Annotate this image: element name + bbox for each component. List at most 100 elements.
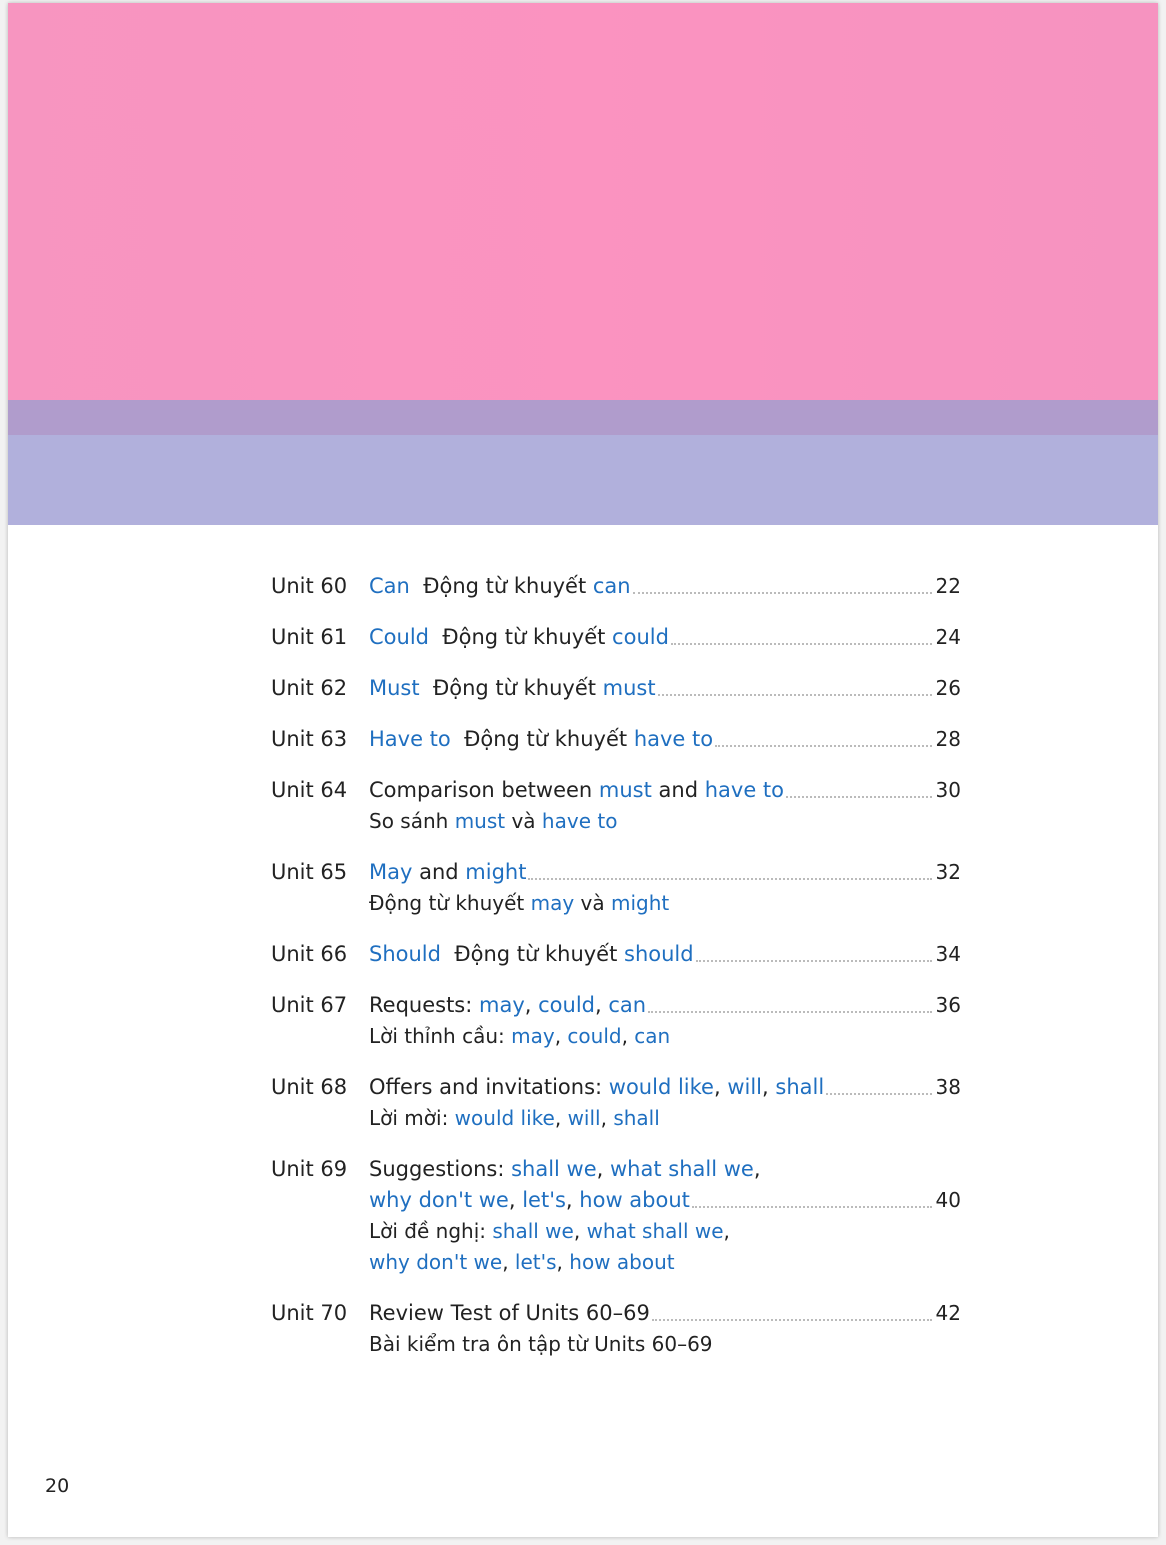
entry-subtitle-line: Lời mời: would like, will, shall — [369, 1103, 961, 1134]
toc-entry[interactable]: Unit 63 Have to Động từ khuyết have to 28 — [271, 724, 961, 755]
toc-entry[interactable]: Unit 69 Suggestions: shall we, what shall… — [271, 1154, 961, 1278]
keyword: would like — [608, 1075, 714, 1099]
entry-title-line: Could Động từ khuyết could 24 — [369, 622, 961, 653]
text: Bài kiểm tra ôn tập từ Units 60–69 — [369, 1332, 713, 1356]
header-band-purple — [8, 400, 1158, 435]
dotted-leader — [651, 1298, 932, 1321]
text: Động từ khuyết — [429, 625, 613, 649]
keyword: shall we — [492, 1219, 574, 1243]
keyword: why don't we — [369, 1250, 503, 1274]
text: So sánh — [369, 809, 455, 833]
text: , — [621, 1024, 635, 1048]
keyword: can — [634, 1024, 671, 1048]
keyword: will — [567, 1106, 601, 1130]
toc-entry[interactable]: Unit 70 Review Test of Units 60–69 42 Bài k… — [271, 1298, 961, 1360]
unit-label: Unit 68 — [271, 1075, 348, 1099]
keyword: how about — [569, 1250, 675, 1274]
dotted-leader — [657, 673, 932, 696]
toc-entry[interactable]: Unit 66 Should Động từ khuyết should 34 — [271, 939, 961, 970]
unit-label: Unit 66 — [271, 942, 348, 966]
entry-title-line: Can Động từ khuyết can 22 — [369, 571, 961, 602]
keyword: might — [465, 860, 527, 884]
text: , — [762, 1075, 776, 1099]
dotted-leader — [528, 857, 932, 880]
text: , — [524, 993, 539, 1017]
text: , — [713, 1075, 728, 1099]
keyword: why don't we — [369, 1188, 509, 1212]
keyword: Could — [369, 625, 429, 649]
entry-subtitle-line: Bài kiểm tra ôn tập từ Units 60–69 — [369, 1329, 961, 1360]
text: và — [574, 891, 612, 915]
unit-label: Unit 70 — [271, 1301, 348, 1325]
page-ref: 26 — [935, 676, 961, 700]
text: , — [596, 1157, 610, 1181]
entry-title-line: Requests: may, could, can 36 — [369, 990, 961, 1021]
page-ref: 42 — [935, 1301, 961, 1325]
toc-entry[interactable]: Unit 62 Must Động từ khuyết must 26 — [271, 673, 961, 704]
page-ref: 40 — [935, 1188, 961, 1212]
unit-label: Unit 63 — [271, 727, 348, 751]
text: , — [573, 1219, 587, 1243]
text: Động từ khuyết — [369, 891, 531, 915]
page-ref: 28 — [935, 727, 961, 751]
keyword: may — [511, 1024, 555, 1048]
entry-subtitle-line: why don't we, let's, how about — [369, 1247, 961, 1278]
keyword: could — [538, 993, 595, 1017]
keyword: shall — [613, 1106, 660, 1130]
text: and — [412, 860, 466, 884]
book-page: Unit 60 Can Động từ khuyết can 22 Unit 61 Co… — [8, 3, 1158, 1537]
toc-entry[interactable]: Unit 60 Can Động từ khuyết can 22 — [271, 571, 961, 602]
keyword: could — [612, 625, 669, 649]
keyword: Should — [369, 942, 441, 966]
dotted-leader — [786, 775, 932, 798]
entry-title-line: why don't we, let's, how about 40 — [369, 1185, 961, 1216]
page-ref: 30 — [935, 778, 961, 802]
text: , — [554, 1024, 568, 1048]
page-ref: 36 — [935, 993, 961, 1017]
text: , — [753, 1157, 761, 1181]
text: Động từ khuyết — [409, 574, 593, 598]
entry-body: Must Động từ khuyết must 26 — [369, 673, 961, 704]
toc-entry[interactable]: Unit 67 Requests: may, could, can 36 Lời th… — [271, 990, 961, 1052]
entry-body: May and might 32 Động từ khuyết may và mig… — [369, 857, 961, 919]
text: , — [595, 993, 609, 1017]
entry-body: Suggestions: shall we, what shall we, why… — [369, 1154, 961, 1278]
keyword: let's — [514, 1250, 557, 1274]
toc-entry[interactable]: Unit 65 May and might 32 Động từ khuyết may… — [271, 857, 961, 919]
keyword: Have to — [369, 727, 451, 751]
page-ref: 38 — [935, 1075, 961, 1099]
entry-body: Have to Động từ khuyết have to 28 — [369, 724, 961, 755]
unit-label: Unit 60 — [271, 574, 348, 598]
keyword: shall — [775, 1075, 825, 1099]
keyword: have to — [541, 809, 618, 833]
dotted-leader — [691, 1185, 932, 1208]
toc-entry[interactable]: Unit 64 Comparison between must and have … — [271, 775, 961, 837]
dotted-leader — [648, 990, 932, 1013]
dotted-leader — [695, 939, 932, 962]
toc-entry[interactable]: Unit 61 Could Động từ khuyết could 24 — [271, 622, 961, 653]
entry-body: Can Động từ khuyết can 22 — [369, 571, 961, 602]
entry-title-line: Have to Động từ khuyết have to 28 — [369, 724, 961, 755]
keyword: must — [602, 676, 656, 700]
keyword: what shall we — [586, 1219, 724, 1243]
entry-subtitle-line: So sánh must và have to — [369, 806, 961, 837]
toc-entry[interactable]: Unit 68 Offers and invitations: would lik… — [271, 1072, 961, 1134]
text: , — [565, 1188, 580, 1212]
keyword: will — [727, 1075, 763, 1099]
keyword: might — [611, 891, 670, 915]
text: Động từ khuyết — [419, 676, 603, 700]
entry-body: Could Động từ khuyết could 24 — [369, 622, 961, 653]
text: Suggestions: — [369, 1157, 512, 1181]
entry-body: Comparison between must and have to 30 So … — [369, 775, 961, 837]
text: , — [554, 1106, 568, 1130]
keyword: could — [567, 1024, 622, 1048]
keyword: can — [592, 574, 631, 598]
keyword: May — [369, 860, 413, 884]
entry-subtitle-line: Động từ khuyết may và might — [369, 888, 961, 919]
text: Lời đề nghị: — [369, 1219, 493, 1243]
keyword: have to — [704, 778, 785, 802]
keyword: have to — [633, 727, 714, 751]
text: , — [556, 1250, 570, 1274]
table-of-contents: Unit 60 Can Động từ khuyết can 22 Unit 61 Co… — [271, 571, 961, 1380]
text: Comparison between — [369, 778, 599, 802]
